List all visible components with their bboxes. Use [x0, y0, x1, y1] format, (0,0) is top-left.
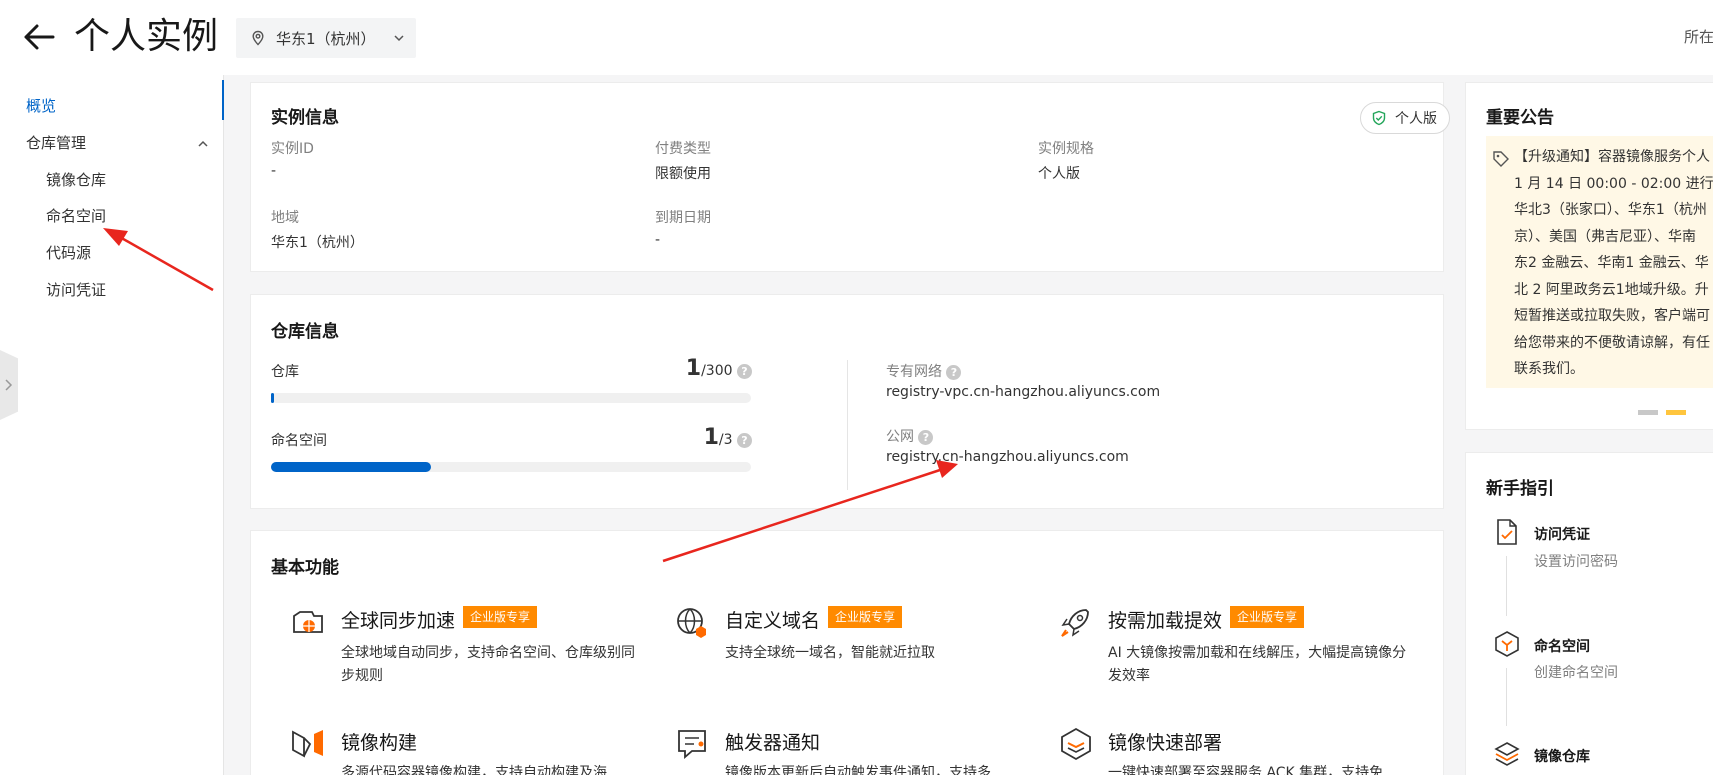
global-sync-icon: [293, 611, 323, 633]
repo-total-count: /300: [701, 363, 733, 379]
chevron-down-icon: [394, 35, 404, 42]
vpc-endpoint-value: registry-vpc.cn-hangzhou.aliyuncs.com: [886, 384, 1161, 400]
feature-title-image-build[interactable]: 镜像构建: [341, 728, 417, 755]
feature-desc-on-demand-loading: AI 大镜像按需加载和在线解压，大幅提高镜像分发效率: [1108, 645, 1407, 684]
custom-domain-globe-icon: [677, 608, 706, 638]
feature-desc-global-sync: 全球地域自动同步，支持命名空间、仓库级别同步规则: [341, 645, 635, 684]
sidebar-item-access-credentials[interactable]: 访问凭证: [46, 279, 106, 300]
repo-info-title: 仓库信息: [271, 322, 339, 342]
edition-badge: 个人版: [1360, 102, 1450, 134]
field-label-expiry-date: 到期日期: [655, 210, 711, 226]
trigger-notification-icon: [678, 730, 706, 759]
guide-connector: [1506, 556, 1507, 616]
repo-info-divider: [847, 360, 848, 490]
vpc-endpoint-label-text: 专有网络: [886, 364, 942, 380]
sidebar-item-image-repos[interactable]: 镜像仓库: [46, 169, 106, 190]
feature-title-quick-deploy[interactable]: 镜像快速部署: [1108, 728, 1222, 755]
region-label: 华东1（杭州）: [276, 29, 376, 48]
chevron-right-icon: [5, 379, 13, 391]
feature-desc-trigger-notification: 镜像版本更新后自动触发事件通知，支持多: [725, 765, 991, 775]
image-repo-layers-icon: [1494, 742, 1520, 766]
sidebar-item-code-source[interactable]: 代码源: [46, 242, 91, 263]
feature-title-custom-domain[interactable]: 自定义域名: [725, 606, 820, 633]
feature-desc-image-build: 多源代码容器镜像构建，支持自动构建及海: [341, 765, 607, 775]
notice-title: 重要公告: [1486, 108, 1554, 128]
back-arrow-icon[interactable]: [22, 20, 56, 54]
sidebar-item-overview[interactable]: 概览: [26, 95, 56, 116]
image-build-icon: [292, 730, 323, 758]
namespace-quota-count: 1/3 ?: [620, 425, 752, 450]
sidebar-collapse-handle[interactable]: [0, 350, 18, 420]
field-value-instance-id: -: [271, 163, 277, 179]
enterprise-badge: 企业版专享: [1230, 606, 1305, 628]
carousel-dot-active[interactable]: [1666, 410, 1686, 415]
chevron-up-icon[interactable]: [196, 137, 210, 151]
repo-quota-count: 1/300 ?: [620, 356, 752, 381]
namespace-quota-progress: [271, 462, 751, 472]
field-label-billing-type: 付费类型: [655, 141, 711, 157]
public-endpoint-label-text: 公网: [886, 429, 914, 445]
field-label-region: 地域: [271, 210, 299, 226]
namespace-hex-icon: [1495, 631, 1519, 657]
guide-title: 新手指引: [1486, 479, 1554, 499]
namespace-total-count: /3: [718, 432, 733, 448]
quick-deploy-icon: [1061, 727, 1091, 761]
instance-info-title: 实例信息: [271, 108, 339, 128]
sidebar-item-repo-management[interactable]: 仓库管理: [26, 132, 86, 153]
repo-quota-progress: [271, 393, 751, 403]
namespace-used-count: 1: [703, 425, 719, 450]
field-value-billing-type: 限额使用: [655, 166, 711, 182]
sidebar-active-indicator: [222, 80, 224, 120]
help-icon[interactable]: ?: [737, 363, 752, 379]
field-label-instance-id: 实例ID: [271, 141, 314, 157]
help-icon[interactable]: ?: [946, 364, 962, 380]
header-right-text: 所在: [1684, 28, 1713, 46]
namespace-quota-progress-fill: [271, 462, 431, 472]
guide-card: [1465, 452, 1713, 775]
guide-step-title-image-repo[interactable]: 镜像仓库: [1534, 746, 1590, 766]
access-credential-icon: [1497, 519, 1517, 545]
field-label-instance-spec: 实例规格: [1038, 141, 1094, 157]
feature-title-global-sync[interactable]: 全球同步加速: [341, 606, 455, 633]
enterprise-badge: 企业版专享: [463, 606, 538, 628]
page-title: 个人实例: [74, 16, 219, 57]
console-page: 个人实例 华东1（杭州） 所在 概览 仓库管理 镜像仓库 命名空间 代码源 访问…: [0, 0, 1713, 775]
guide-connector: [1506, 668, 1507, 726]
guide-step-title-namespace[interactable]: 命名空间: [1534, 636, 1590, 656]
enterprise-badge: 企业版专享: [828, 606, 903, 628]
public-endpoint-label: 公网 ?: [886, 426, 934, 446]
carousel-dot[interactable]: [1638, 410, 1658, 415]
feature-title-trigger-notification[interactable]: 触发器通知: [725, 728, 820, 755]
help-icon[interactable]: ?: [737, 432, 752, 448]
tag-icon: [1493, 151, 1509, 167]
public-endpoint-value: registry.cn-hangzhou.aliyuncs.com: [886, 449, 1129, 465]
repo-quota-progress-fill: [271, 393, 274, 403]
namespace-quota-label: 命名空间: [271, 433, 327, 449]
field-value-instance-spec: 个人版: [1038, 166, 1080, 182]
field-value-expiry-date: -: [655, 232, 661, 248]
feature-title-on-demand-loading[interactable]: 按需加载提效: [1108, 606, 1222, 633]
instance-info-card: [250, 82, 1444, 272]
notice-content[interactable]: 【升级通知】容器镜像服务个人 1 月 14 日 00:00 - 02:00 进行…: [1486, 136, 1713, 388]
help-icon[interactable]: ?: [918, 429, 934, 445]
location-pin-icon: [252, 30, 264, 46]
repo-quota-label: 仓库: [271, 364, 299, 380]
notice-text: 【升级通知】容器镜像服务个人 1 月 14 日 00:00 - 02:00 进行…: [1514, 149, 1713, 377]
vpc-endpoint-label: 专有网络 ?: [886, 361, 962, 381]
guide-step-desc-access-credentials: 设置访问密码: [1534, 554, 1618, 570]
feature-desc-quick-deploy: 一键快速部署至容器服务 ACK 集群，支持免: [1108, 765, 1384, 775]
edition-badge-label: 个人版: [1395, 111, 1437, 127]
shield-check-icon: [1372, 110, 1386, 126]
repo-used-count: 1: [685, 356, 702, 381]
features-title: 基本功能: [271, 558, 339, 578]
guide-step-desc-namespace: 创建命名空间: [1534, 665, 1618, 681]
region-selector[interactable]: 华东1（杭州）: [236, 18, 416, 58]
feature-desc-custom-domain: 支持全球统一域名，智能就近拉取: [725, 645, 935, 661]
field-value-region: 华东1（杭州）: [271, 235, 364, 251]
guide-step-title-access-credentials[interactable]: 访问凭证: [1534, 524, 1590, 544]
page-header: 个人实例 华东1（杭州） 所在: [0, 0, 1713, 75]
sidebar: 概览 仓库管理 镜像仓库 命名空间 代码源 访问凭证: [0, 75, 224, 775]
sidebar-item-namespaces[interactable]: 命名空间: [46, 205, 106, 226]
rocket-icon: [1061, 609, 1089, 637]
